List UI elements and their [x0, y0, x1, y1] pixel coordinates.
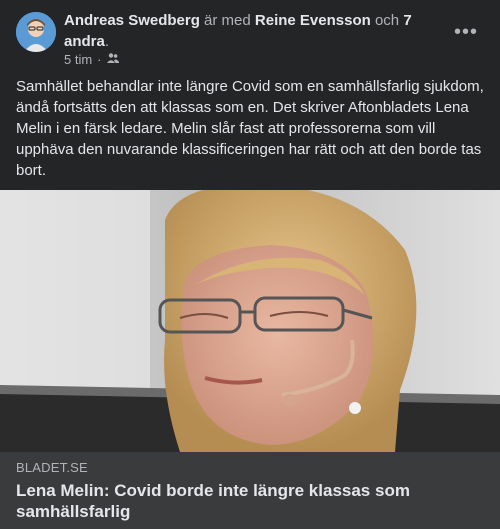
and-text: och: [374, 12, 400, 29]
author-name[interactable]: Andreas Swedberg: [64, 12, 200, 29]
avatar-image: [16, 12, 56, 52]
more-options-button[interactable]: •••: [448, 14, 484, 50]
with-text: är med: [204, 12, 251, 29]
friends-icon: [106, 52, 119, 67]
headline-period: .: [104, 33, 110, 50]
link-preview[interactable]: BLADET.SE Lena Melin: Covid borde inte l…: [0, 452, 500, 529]
author-avatar[interactable]: [16, 12, 56, 52]
feed-post: Andreas Swedberg är med Reine Evensson o…: [0, 0, 500, 529]
portrait-photo: [0, 190, 500, 452]
link-title[interactable]: Lena Melin: Covid borde inte längre klas…: [16, 480, 476, 522]
link-domain: BLADET.SE: [16, 460, 88, 475]
tagged-person-name[interactable]: Reine Evensson: [255, 12, 371, 29]
more-options-icon: •••: [453, 20, 478, 43]
meta-separator: ·: [97, 52, 102, 67]
post-meta: 5 tim ·: [64, 52, 119, 67]
link-preview-image[interactable]: [0, 190, 500, 452]
post-headline: Andreas Swedberg är med Reine Evensson o…: [64, 10, 424, 52]
post-text: Samhället behandlar inte längre Covid so…: [16, 78, 484, 179]
post-header: Andreas Swedberg är med Reine Evensson o…: [0, 0, 500, 70]
post-timestamp[interactable]: 5 tim: [64, 52, 92, 67]
